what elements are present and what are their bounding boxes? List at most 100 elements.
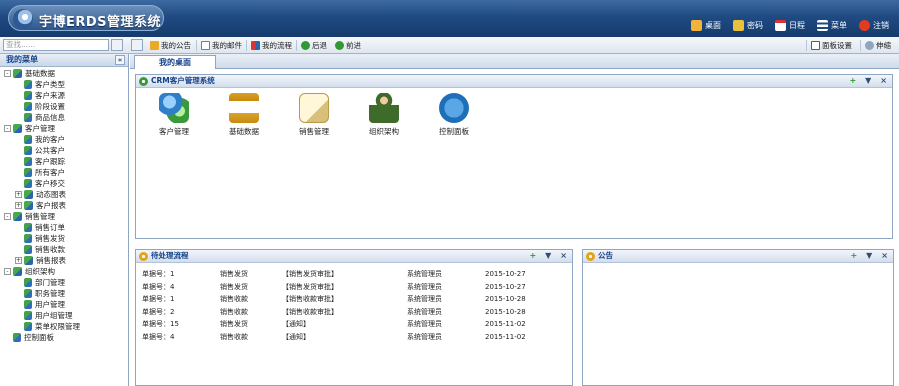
sidebar-item[interactable]: + 动态图表 xyxy=(0,189,128,200)
panel-icon xyxy=(139,252,148,261)
sidebar-item[interactable]: + 销售报表 xyxy=(0,255,128,266)
sidebar-item[interactable]: 客户类型 xyxy=(0,79,128,90)
table-cell: 销售收款 xyxy=(220,307,248,316)
table-cell: 单据号：4 xyxy=(142,332,175,341)
table-row[interactable]: 单据号：4 销售发货 【销售发货审批】 系统管理员 2015-10-27 xyxy=(142,281,545,294)
toolbar-forward[interactable]: 前进 xyxy=(335,40,361,51)
nav-label: 注销 xyxy=(873,20,889,30)
sidebar-item[interactable]: 公共客户 xyxy=(0,145,128,156)
table-cell: 系统管理员 xyxy=(407,282,442,291)
collapse-toggle-icon[interactable]: - xyxy=(4,213,11,220)
nav-desktop[interactable]: 桌面 xyxy=(691,18,721,32)
sidebar-item[interactable]: 客户来源 xyxy=(0,90,128,101)
toolbar-my-mail[interactable]: 我的邮件 xyxy=(201,40,242,51)
main-area: 我的桌面 CRM客户管理系统 + ▼ × 客户管理 基础数据 销售管理 组织架构… xyxy=(130,54,899,386)
sidebar-item[interactable]: 商品信息 xyxy=(0,112,128,123)
toolbar-divider xyxy=(196,40,197,51)
sales-doc-icon xyxy=(299,93,329,123)
app-organization[interactable]: 组织架构 xyxy=(354,93,414,137)
app-control-panel[interactable]: 控制面板 xyxy=(424,93,484,137)
sidebar-item-label: 阶段设置 xyxy=(35,102,65,111)
app-customer-management[interactable]: 客户管理 xyxy=(144,93,204,137)
sidebar-item[interactable]: 职务管理 xyxy=(0,288,128,299)
collapse-toggle-icon[interactable]: - xyxy=(4,125,11,132)
logo-swirl-icon xyxy=(13,9,33,29)
search-button[interactable] xyxy=(111,39,123,51)
sidebar-item-label: 客户报表 xyxy=(36,201,66,210)
expand-toggle-icon[interactable]: + xyxy=(15,257,22,264)
sidebar-item[interactable]: 用户管理 xyxy=(0,299,128,310)
sidebar-item[interactable]: - 客户管理 xyxy=(0,123,128,134)
nav-password[interactable]: 密码 xyxy=(733,18,763,32)
toolbar-expand[interactable]: 伸缩 xyxy=(865,40,891,51)
toolbar-my-announcement[interactable]: 我的公告 xyxy=(150,40,191,51)
sidebar-item-label: 销售收款 xyxy=(35,245,65,254)
toolbar-back[interactable]: 后退 xyxy=(301,40,327,51)
sidebar-item[interactable]: 用户组管理 xyxy=(0,310,128,321)
users-icon xyxy=(159,93,189,123)
sidebar-item[interactable]: 销售发货 xyxy=(0,233,128,244)
sidebar-item[interactable]: - 基础数据 xyxy=(0,68,128,79)
sidebar-item-label: 销售发货 xyxy=(35,234,65,243)
close-icon[interactable]: × xyxy=(560,250,567,262)
table-row[interactable]: 单据号：1 销售收款 【销售收款审批】 系统管理员 2015-10-28 xyxy=(142,293,545,306)
expand-toggle-icon[interactable]: + xyxy=(15,202,22,209)
table-cell: 2015-10-28 xyxy=(485,307,526,316)
app-basic-data[interactable]: 基础数据 xyxy=(214,93,274,137)
sidebar-item[interactable]: 我的客户 xyxy=(0,134,128,145)
expand-toggle-icon[interactable]: + xyxy=(15,191,22,198)
flow-panel-title: 待处理流程 xyxy=(151,251,189,260)
sidebar-item[interactable]: - 销售管理 xyxy=(0,211,128,222)
toolbar-my-workflow[interactable]: 我的流程 xyxy=(251,40,292,51)
table-row[interactable]: 单据号：1 销售发货 【销售发货审批】 系统管理员 2015-10-27 xyxy=(142,268,545,281)
sidebar-item[interactable]: 销售订单 xyxy=(0,222,128,233)
collapse-toggle-icon[interactable]: - xyxy=(4,268,11,275)
sidebar-item-label: 职务管理 xyxy=(35,289,65,298)
add-icon[interactable]: + xyxy=(529,250,536,262)
toolbar-divider xyxy=(296,40,297,51)
folder-icon xyxy=(24,190,33,199)
close-icon[interactable]: × xyxy=(880,75,887,87)
sidebar-item[interactable]: 客户跟踪 xyxy=(0,156,128,167)
sidebar-item-label: 组织架构 xyxy=(25,267,55,276)
toolbar-divider xyxy=(246,40,247,51)
app-sales-management[interactable]: 销售管理 xyxy=(284,93,344,137)
nav-menu[interactable]: 菜单 xyxy=(817,18,847,32)
sidebar-item[interactable]: + 客户报表 xyxy=(0,200,128,211)
table-row[interactable]: 单据号：2 销售收款 【销售收款审批】 系统管理员 2015-10-28 xyxy=(142,306,545,319)
table-cell: 单据号：1 xyxy=(142,295,175,304)
table-cell: 2015-11-02 xyxy=(485,332,526,341)
table-cell: 2015-10-27 xyxy=(485,270,526,279)
sidebar-item[interactable]: 客户移交 xyxy=(0,178,128,189)
notice-panel-title: 公告 xyxy=(598,251,613,260)
table-row[interactable]: 单据号：15 销售发货 【通知】 系统管理员 2015-11-02 xyxy=(142,318,545,331)
sidebar-item[interactable]: 部门管理 xyxy=(0,277,128,288)
tab-my-desktop[interactable]: 我的桌面 xyxy=(134,55,216,69)
add-icon[interactable]: + xyxy=(850,250,857,262)
table-cell: 【销售发货审批】 xyxy=(282,282,338,291)
lock-icon xyxy=(733,19,744,31)
collapse-toggle-icon[interactable]: - xyxy=(4,70,11,77)
search-input[interactable]: 查找...... xyxy=(3,39,109,51)
close-icon[interactable]: × xyxy=(881,250,888,262)
sidebar-item[interactable]: - 组织架构 xyxy=(0,266,128,277)
toolbar-panel-settings[interactable]: 面板设置 xyxy=(811,40,852,51)
layout-toggle-button[interactable] xyxy=(131,39,143,51)
table-row[interactable]: 单据号：4 销售收款 【通知】 系统管理员 2015-11-02 xyxy=(142,331,545,344)
sidebar-item[interactable]: 所有客户 xyxy=(0,167,128,178)
dropdown-icon[interactable]: ▼ xyxy=(865,75,871,87)
add-icon[interactable]: + xyxy=(849,75,856,87)
sidebar-collapse-button[interactable]: « xyxy=(115,55,125,65)
dropdown-icon[interactable]: ▼ xyxy=(545,250,551,262)
sidebar-item[interactable]: 控制面板 xyxy=(0,332,128,343)
table-cell: 【通知】 xyxy=(282,332,310,341)
app-logo: 宇博ERDS管理系统 xyxy=(8,5,164,31)
page-icon xyxy=(24,135,32,144)
sidebar-item[interactable]: 阶段设置 xyxy=(0,101,128,112)
nav-schedule[interactable]: 日程 xyxy=(775,18,805,32)
dropdown-icon[interactable]: ▼ xyxy=(866,250,872,262)
sidebar-item[interactable]: 销售收款 xyxy=(0,244,128,255)
sidebar-item[interactable]: 菜单权限管理 xyxy=(0,321,128,332)
nav-logout[interactable]: 注销 xyxy=(859,18,889,32)
sidebar-item-label: 销售管理 xyxy=(25,212,55,221)
